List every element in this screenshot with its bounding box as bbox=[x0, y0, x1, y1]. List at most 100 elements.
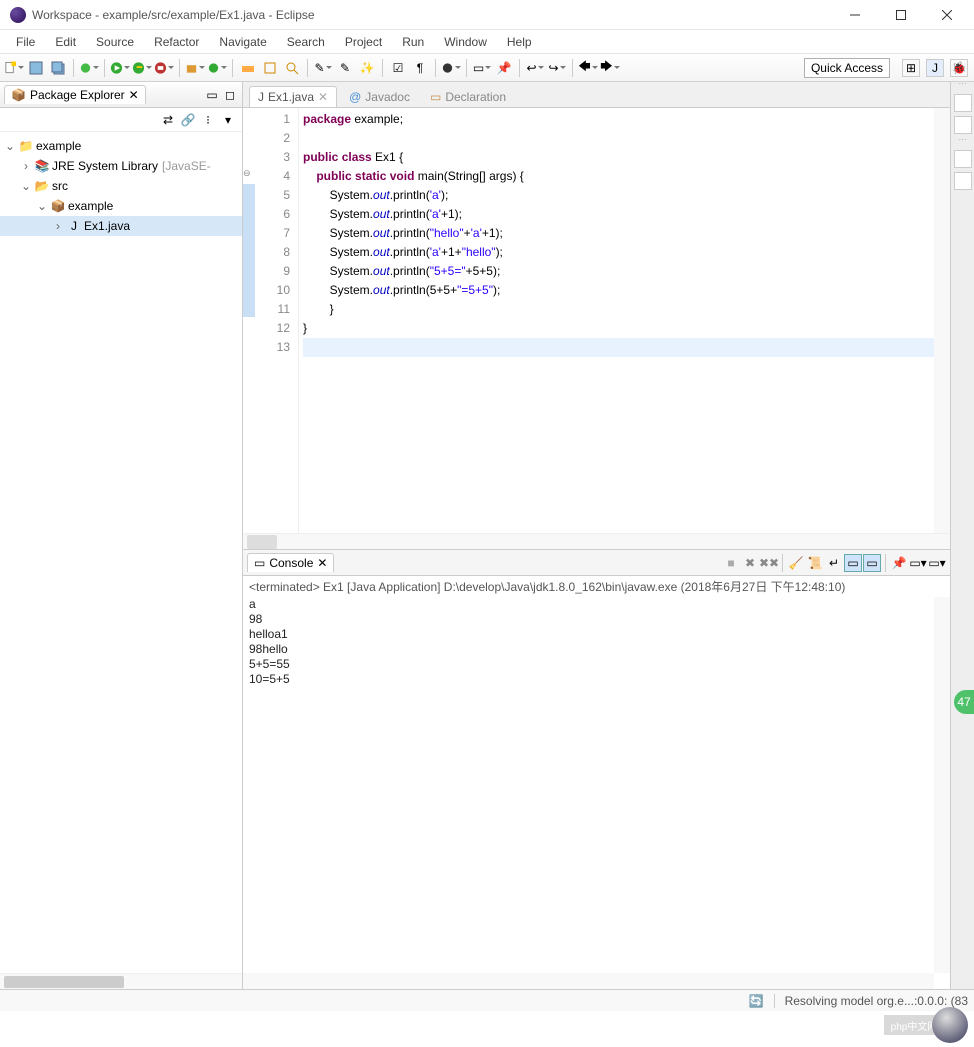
new-package-button[interactable] bbox=[185, 58, 205, 78]
javadoc-tab[interactable]: @ Javadoc bbox=[341, 87, 418, 107]
declaration-icon: ▭ bbox=[430, 90, 441, 104]
window-controls bbox=[832, 0, 970, 30]
tree-src[interactable]: ⌄📂 src bbox=[0, 176, 242, 196]
restore-view-3[interactable] bbox=[954, 150, 972, 168]
tree-file[interactable]: ›J Ex1.java bbox=[0, 216, 242, 236]
open-console-button[interactable]: ▭▾ bbox=[928, 554, 946, 572]
package-icon: 📦 bbox=[11, 88, 26, 102]
pin-button[interactable]: 📌 bbox=[494, 58, 514, 78]
step-button[interactable]: ▭ bbox=[472, 58, 492, 78]
annotations-button[interactable]: ✎ bbox=[313, 58, 333, 78]
maximize-button[interactable] bbox=[878, 0, 924, 30]
console-vscrollbar[interactable] bbox=[934, 597, 950, 973]
tree-jre[interactable]: ›📚 JRE System Library [JavaSE- bbox=[0, 156, 242, 176]
menu-source[interactable]: Source bbox=[86, 33, 144, 51]
open-task-button[interactable] bbox=[260, 58, 280, 78]
tree-package[interactable]: ⌄📦 example bbox=[0, 196, 242, 216]
collapse-all-button[interactable]: ⇄ bbox=[160, 112, 176, 128]
show-on-out-button[interactable]: ▭ bbox=[844, 554, 862, 572]
toggle-ws-button[interactable]: ¶ bbox=[410, 58, 430, 78]
display-console-button[interactable]: ▭▾ bbox=[909, 554, 927, 572]
package-hscrollbar[interactable] bbox=[0, 973, 242, 989]
open-perspective-button[interactable]: ⊞ bbox=[902, 59, 920, 77]
java-perspective-button[interactable]: J bbox=[926, 59, 944, 77]
editor-vscrollbar[interactable] bbox=[934, 108, 950, 533]
progress-icon[interactable]: 🔄 bbox=[749, 994, 764, 1008]
close-console-icon[interactable]: ✕ bbox=[317, 556, 327, 570]
package-explorer-tab[interactable]: 📦 Package Explorer ✕ bbox=[4, 85, 146, 104]
ext-tools-button[interactable] bbox=[154, 58, 174, 78]
editor-tab-active[interactable]: J Ex1.java ✕ bbox=[249, 86, 337, 107]
java-file-icon: J bbox=[66, 218, 82, 234]
console-output[interactable]: a 98 helloa1 98hello 5+5=55 10=5+5 bbox=[243, 597, 950, 989]
nav-back-drop[interactable]: ↩ bbox=[525, 58, 545, 78]
minimize-view-button[interactable]: ▭ bbox=[204, 87, 220, 103]
save-all-button[interactable] bbox=[48, 58, 68, 78]
menu-edit[interactable]: Edit bbox=[45, 33, 86, 51]
close-icon[interactable]: ✕ bbox=[129, 88, 139, 102]
show-on-err-button[interactable]: ▭ bbox=[863, 554, 881, 572]
line-number-gutter[interactable]: 12345678910111213 bbox=[255, 108, 299, 533]
clear-console-button[interactable]: 🧹 bbox=[787, 554, 805, 572]
filter-button[interactable]: ⁝ bbox=[200, 112, 216, 128]
project-icon: 📁 bbox=[18, 138, 34, 154]
remove-all-button[interactable]: ✖✖ bbox=[760, 554, 778, 572]
package-tree[interactable]: ⌄📁 example ›📚 JRE System Library [JavaSE… bbox=[0, 132, 242, 973]
menu-run[interactable]: Run bbox=[392, 33, 434, 51]
main-toolbar: ✎ ✎ ✨ ☑ ¶ ▭ 📌 ↩ ↪ 🡄 🡆 Quick Access ⊞ J 🐞 bbox=[0, 54, 974, 82]
eclipse-icon bbox=[10, 7, 26, 23]
word-wrap-button[interactable]: ↵ bbox=[825, 554, 843, 572]
hist-back[interactable]: 🡄 bbox=[578, 58, 598, 78]
quick-access-input[interactable]: Quick Access bbox=[804, 58, 890, 78]
console-tab[interactable]: ▭ Console ✕ bbox=[247, 553, 334, 572]
tree-project[interactable]: ⌄📁 example bbox=[0, 136, 242, 156]
close-button[interactable] bbox=[924, 0, 970, 30]
console-hscrollbar[interactable] bbox=[243, 973, 934, 989]
toggle-mark-button[interactable]: ✎ bbox=[335, 58, 355, 78]
link-editor-button[interactable]: 🔗 bbox=[180, 112, 196, 128]
hist-fwd[interactable]: 🡆 bbox=[600, 58, 620, 78]
view-menu-button[interactable]: ▾ bbox=[220, 112, 236, 128]
scroll-lock-button[interactable]: 📜 bbox=[806, 554, 824, 572]
tree-src-label: src bbox=[52, 179, 72, 193]
debug-perspective-button[interactable]: 🐞 bbox=[950, 59, 968, 77]
save-button[interactable] bbox=[26, 58, 46, 78]
titlebar: Workspace - example/src/example/Ex1.java… bbox=[0, 0, 974, 30]
package-explorer-tabbar: 📦 Package Explorer ✕ ▭ ◻ bbox=[0, 82, 242, 108]
package-folder-icon: 📦 bbox=[50, 198, 66, 214]
menu-navigate[interactable]: Navigate bbox=[209, 33, 276, 51]
package-explorer-panel: 📦 Package Explorer ✕ ▭ ◻ ⇄ 🔗 ⁝ ▾ ⌄📁 exam… bbox=[0, 82, 243, 989]
pin-console-button[interactable]: 📌 bbox=[890, 554, 908, 572]
menu-window[interactable]: Window bbox=[434, 33, 497, 51]
terminate-button[interactable]: ■ bbox=[722, 554, 740, 572]
restore-view-1[interactable] bbox=[954, 94, 972, 112]
menu-search[interactable]: Search bbox=[277, 33, 335, 51]
restore-view-4[interactable] bbox=[954, 172, 972, 190]
breakpoint-button[interactable] bbox=[441, 58, 461, 78]
restore-view-2[interactable] bbox=[954, 116, 972, 134]
menu-refactor[interactable]: Refactor bbox=[144, 33, 209, 51]
src-folder-icon: 📂 bbox=[34, 178, 50, 194]
close-tab-icon[interactable]: ✕ bbox=[318, 90, 328, 104]
open-type-button[interactable] bbox=[238, 58, 258, 78]
run-button[interactable] bbox=[110, 58, 130, 78]
minimize-button[interactable] bbox=[832, 0, 878, 30]
new-button[interactable] bbox=[4, 58, 24, 78]
maximize-view-button[interactable]: ◻ bbox=[222, 87, 238, 103]
menu-file[interactable]: File bbox=[6, 33, 45, 51]
code-editor[interactable]: ⊖ 12345678910111213 package example;publ… bbox=[243, 108, 950, 533]
code-area[interactable]: package example;public class Ex1 { publi… bbox=[299, 108, 950, 533]
menu-project[interactable]: Project bbox=[335, 33, 392, 51]
editor-marker-strip[interactable]: ⊖ bbox=[243, 108, 255, 533]
coverage-button[interactable] bbox=[132, 58, 152, 78]
debug-button[interactable] bbox=[79, 58, 99, 78]
declaration-tab[interactable]: ▭ Declaration bbox=[422, 87, 514, 107]
task-button[interactable]: ☑ bbox=[388, 58, 408, 78]
nav-fwd-drop[interactable]: ↪ bbox=[547, 58, 567, 78]
new-class-button[interactable] bbox=[207, 58, 227, 78]
wizard-button[interactable]: ✨ bbox=[357, 58, 377, 78]
remove-launch-button[interactable]: ✖ bbox=[741, 554, 759, 572]
menu-help[interactable]: Help bbox=[497, 33, 542, 51]
search-button[interactable] bbox=[282, 58, 302, 78]
editor-hscrollbar[interactable] bbox=[243, 533, 950, 549]
